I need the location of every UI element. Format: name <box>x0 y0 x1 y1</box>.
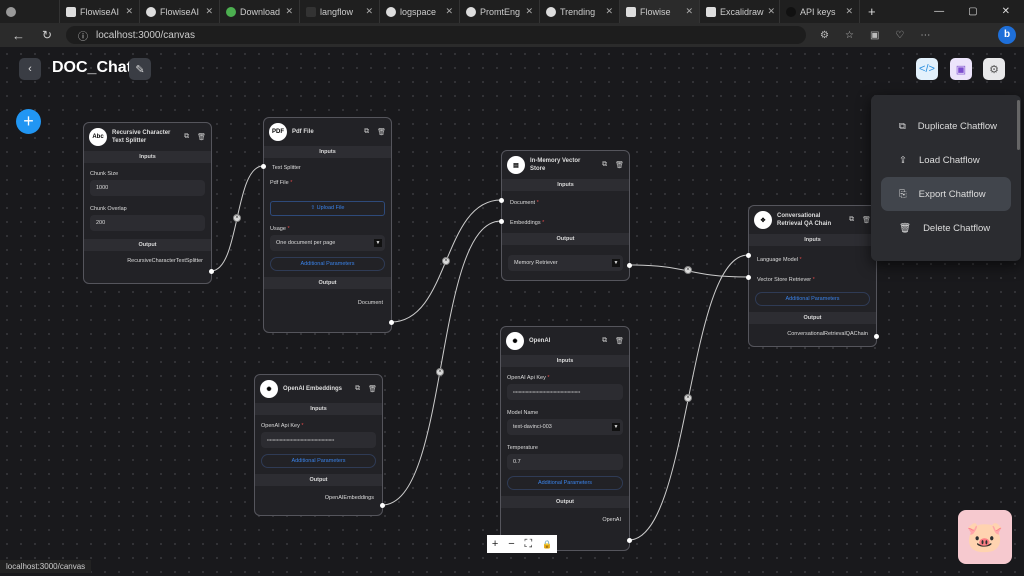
edge-embeddings-memory <box>381 220 502 506</box>
input-handle[interactable] <box>746 253 751 258</box>
output-handle[interactable] <box>874 334 879 339</box>
menu-item-label: Export Chatflow <box>918 188 986 200</box>
pig-sticker-icon: 🐷 <box>958 510 1012 564</box>
lock-icon[interactable]: 🔒 <box>542 540 552 549</box>
output-handle[interactable] <box>627 538 632 543</box>
delete-edge-button[interactable]: × <box>233 214 241 222</box>
output-handle[interactable] <box>627 263 632 268</box>
output-handle[interactable] <box>209 269 214 274</box>
output-handle[interactable] <box>380 503 385 508</box>
output-handle[interactable] <box>389 320 394 325</box>
menu-item-label: Duplicate Chatflow <box>917 120 998 132</box>
menu-item-export[interactable]: ⎘ Export Chatflow <box>881 177 1011 211</box>
trash-icon: 🗑 <box>899 222 912 234</box>
fit-view-icon[interactable]: ⛶ <box>525 538 533 551</box>
status-bar-url: localhost:3000/canvas <box>0 560 92 573</box>
input-handle[interactable] <box>261 164 266 169</box>
delete-edge-button[interactable]: × <box>436 368 444 376</box>
menu-scrollbar[interactable] <box>1017 100 1020 150</box>
menu-item-duplicate[interactable]: ⧉ Duplicate Chatflow <box>871 109 1021 143</box>
delete-edge-button[interactable]: × <box>684 266 692 274</box>
canvas-controls: + − ⛶ 🔒 <box>487 535 557 553</box>
menu-item-label: Delete Chatflow <box>923 222 991 234</box>
delete-edge-button[interactable]: × <box>684 394 692 402</box>
input-handle[interactable] <box>499 198 504 203</box>
delete-edge-button[interactable]: × <box>442 257 450 265</box>
edges-layer <box>210 165 749 541</box>
menu-item-load[interactable]: ⇪ Load Chatflow <box>871 143 1021 177</box>
menu-item-delete[interactable]: 🗑 Delete Chatflow <box>871 211 1021 245</box>
file-export-icon: ⎘ <box>899 188 907 200</box>
duplicate-icon: ⧉ <box>899 120 906 132</box>
file-upload-icon: ⇪ <box>899 154 907 166</box>
chatflow-settings-menu: ⧉ Duplicate Chatflow ⇪ Load Chatflow ⎘ Expo… <box>871 95 1021 261</box>
menu-item-label: Load Chatflow <box>918 154 980 166</box>
input-handle[interactable] <box>499 219 504 224</box>
zoom-out-icon[interactable]: − <box>508 538 514 550</box>
zoom-in-icon[interactable]: + <box>492 538 498 550</box>
input-handle[interactable] <box>746 275 751 280</box>
